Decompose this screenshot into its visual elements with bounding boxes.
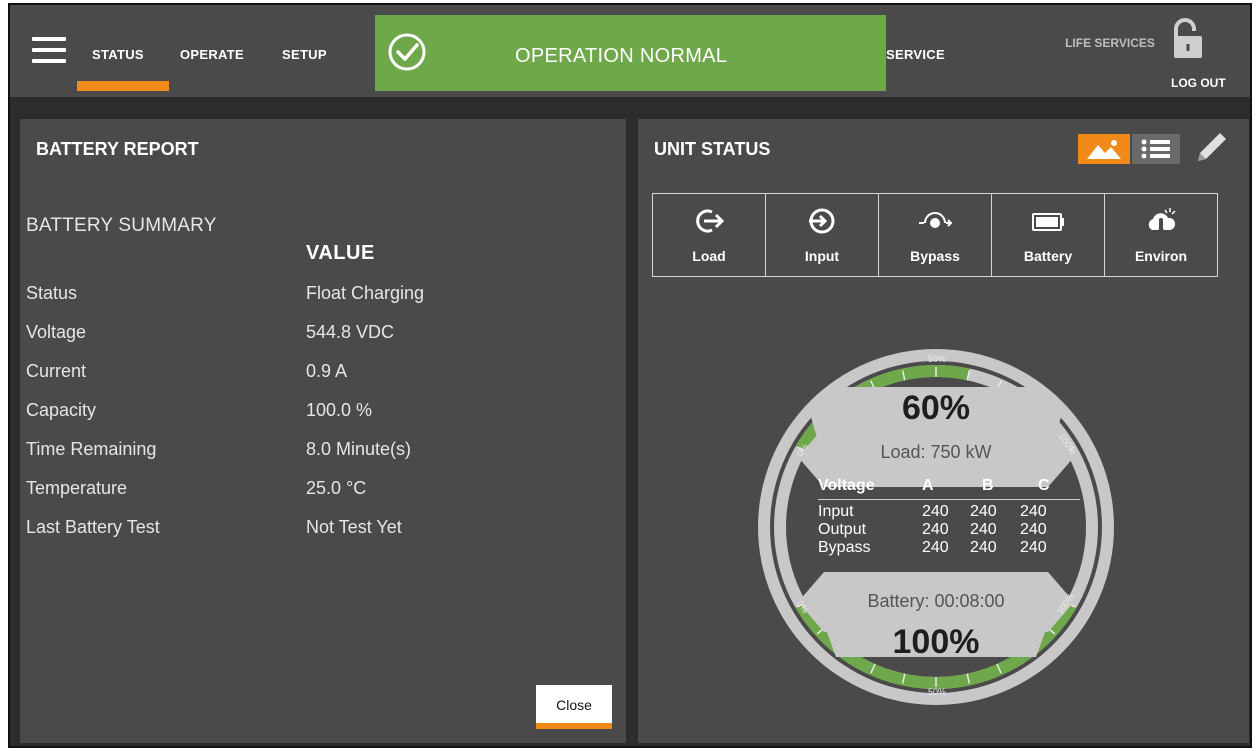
unlock-icon[interactable] bbox=[1168, 17, 1208, 61]
tab-input-label: Input bbox=[804, 248, 840, 264]
row-value-voltage: 544.8 VDC bbox=[306, 322, 395, 342]
unit-status-tabs: Load Input Bypass Battery Environ bbox=[652, 193, 1218, 277]
phase-c-header: C bbox=[1038, 477, 1050, 494]
tab-load-label: Load bbox=[692, 248, 726, 264]
cell-a: 240 bbox=[922, 539, 949, 556]
tab-battery-label: Battery bbox=[1023, 248, 1073, 264]
input-icon bbox=[809, 208, 835, 234]
graphic-view-button[interactable] bbox=[1078, 134, 1130, 164]
nav-operate[interactable]: OPERATE bbox=[180, 47, 244, 62]
battery-percent: 100% bbox=[892, 623, 980, 661]
nav-service[interactable]: SERVICE bbox=[886, 47, 945, 62]
battery-time-text: Battery: 00:08:00 bbox=[867, 591, 1005, 611]
cell-c: 240 bbox=[1020, 539, 1047, 556]
bypass-icon bbox=[919, 212, 952, 228]
cell-c: 240 bbox=[1020, 503, 1047, 520]
list-view-icon bbox=[1141, 139, 1170, 159]
view-toggle bbox=[1078, 134, 1180, 164]
tab-battery[interactable]: Battery bbox=[992, 194, 1105, 276]
close-button[interactable]: Close bbox=[536, 685, 612, 729]
row-name: Output bbox=[818, 521, 867, 538]
load-kw-text: Load: 750 kW bbox=[880, 442, 992, 462]
row-label-status: Status bbox=[26, 283, 78, 303]
cell-b: 240 bbox=[970, 539, 997, 556]
list-view-button[interactable] bbox=[1132, 134, 1180, 164]
battery-report-panel: BATTERY REPORT BATTERY SUMMARY VALUE Sta… bbox=[20, 119, 626, 743]
tab-load[interactable]: Load bbox=[653, 194, 766, 276]
unit-status-title: UNIT STATUS bbox=[654, 139, 771, 159]
operation-status-banner: OPERATION NORMAL bbox=[375, 15, 886, 91]
row-value-capacity: 100.0 % bbox=[306, 400, 373, 420]
battery-icon bbox=[1032, 213, 1064, 231]
table-row: Input 240 240 240 bbox=[818, 503, 1080, 521]
battery-scale-50: 50% bbox=[928, 687, 947, 697]
nav-life-services[interactable]: LIFE SERVICES bbox=[1065, 35, 1155, 52]
cell-b: 240 bbox=[970, 521, 997, 538]
tab-bypass[interactable]: Bypass bbox=[879, 194, 992, 276]
row-value-time-remaining: 8.0 Minute(s) bbox=[306, 439, 412, 459]
row-name: Bypass bbox=[818, 539, 871, 556]
cell-a: 240 bbox=[922, 521, 949, 538]
tab-input[interactable]: Input bbox=[766, 194, 879, 276]
cell-b: 240 bbox=[970, 503, 997, 520]
cell-c: 240 bbox=[1020, 521, 1047, 538]
top-nav-bar: STATUS OPERATE SETUP OPERATION NORMAL SE… bbox=[10, 5, 1250, 97]
voltage-table-header: Voltage A B C bbox=[818, 477, 1080, 500]
row-value-last-battery-test: Not Test Yet bbox=[306, 517, 402, 537]
row-label-voltage: Voltage bbox=[26, 322, 87, 342]
phase-a-header: A bbox=[922, 477, 934, 494]
tab-bypass-label: Bypass bbox=[910, 248, 960, 264]
row-label-last-battery-test: Last Battery Test bbox=[26, 517, 160, 537]
load-percent: 60% bbox=[901, 389, 971, 427]
graphic-view-icon bbox=[1087, 140, 1121, 159]
load-scale-50: 50% bbox=[928, 354, 947, 364]
phase-b-header: B bbox=[982, 477, 994, 494]
cell-a: 240 bbox=[922, 503, 949, 520]
voltage-table: Voltage A B C Input 240 240 240 Output 2… bbox=[818, 477, 1080, 557]
row-label-temperature: Temperature bbox=[26, 478, 128, 498]
battery-summary-title: BATTERY SUMMARY bbox=[26, 215, 217, 236]
row-value-current: 0.9 A bbox=[306, 361, 348, 381]
voltage-header: Voltage bbox=[818, 477, 875, 494]
row-name: Input bbox=[818, 503, 854, 520]
tab-environ[interactable]: Environ bbox=[1105, 194, 1217, 276]
row-label-current: Current bbox=[26, 361, 87, 381]
pencil-icon[interactable] bbox=[1190, 125, 1232, 167]
app-frame: STATUS OPERATE SETUP OPERATION NORMAL SE… bbox=[8, 3, 1252, 748]
row-value-status: Float Charging bbox=[306, 283, 425, 303]
nav-status[interactable]: STATUS bbox=[92, 47, 144, 62]
load-icon bbox=[696, 209, 725, 233]
tab-environ-label: Environ bbox=[1134, 248, 1188, 264]
row-label-time-remaining: Time Remaining bbox=[26, 439, 157, 459]
nav-setup[interactable]: SETUP bbox=[282, 47, 327, 62]
table-row: Output 240 240 240 bbox=[818, 521, 1080, 539]
menu-icon[interactable] bbox=[32, 37, 66, 63]
table-row: Bypass 240 240 240 bbox=[818, 539, 1080, 557]
check-circle-icon bbox=[388, 33, 426, 71]
value-column-header: VALUE bbox=[306, 242, 375, 264]
battery-report-title: BATTERY REPORT bbox=[36, 139, 199, 159]
unit-status-panel: UNIT STATUS Load Input Bypass Battery En… bbox=[638, 119, 1249, 743]
logout-link[interactable]: LOG OUT bbox=[1171, 76, 1226, 90]
environ-icon bbox=[1148, 208, 1176, 234]
row-label-capacity: Capacity bbox=[26, 400, 97, 420]
row-value-temperature: 25.0 °C bbox=[306, 478, 367, 498]
status-gauge: 50% 0% 100% 0% 100% 50% 60% Load: 750 kW… bbox=[756, 347, 1116, 707]
active-tab-indicator bbox=[77, 81, 169, 91]
operation-status-text: OPERATION NORMAL bbox=[515, 45, 728, 67]
